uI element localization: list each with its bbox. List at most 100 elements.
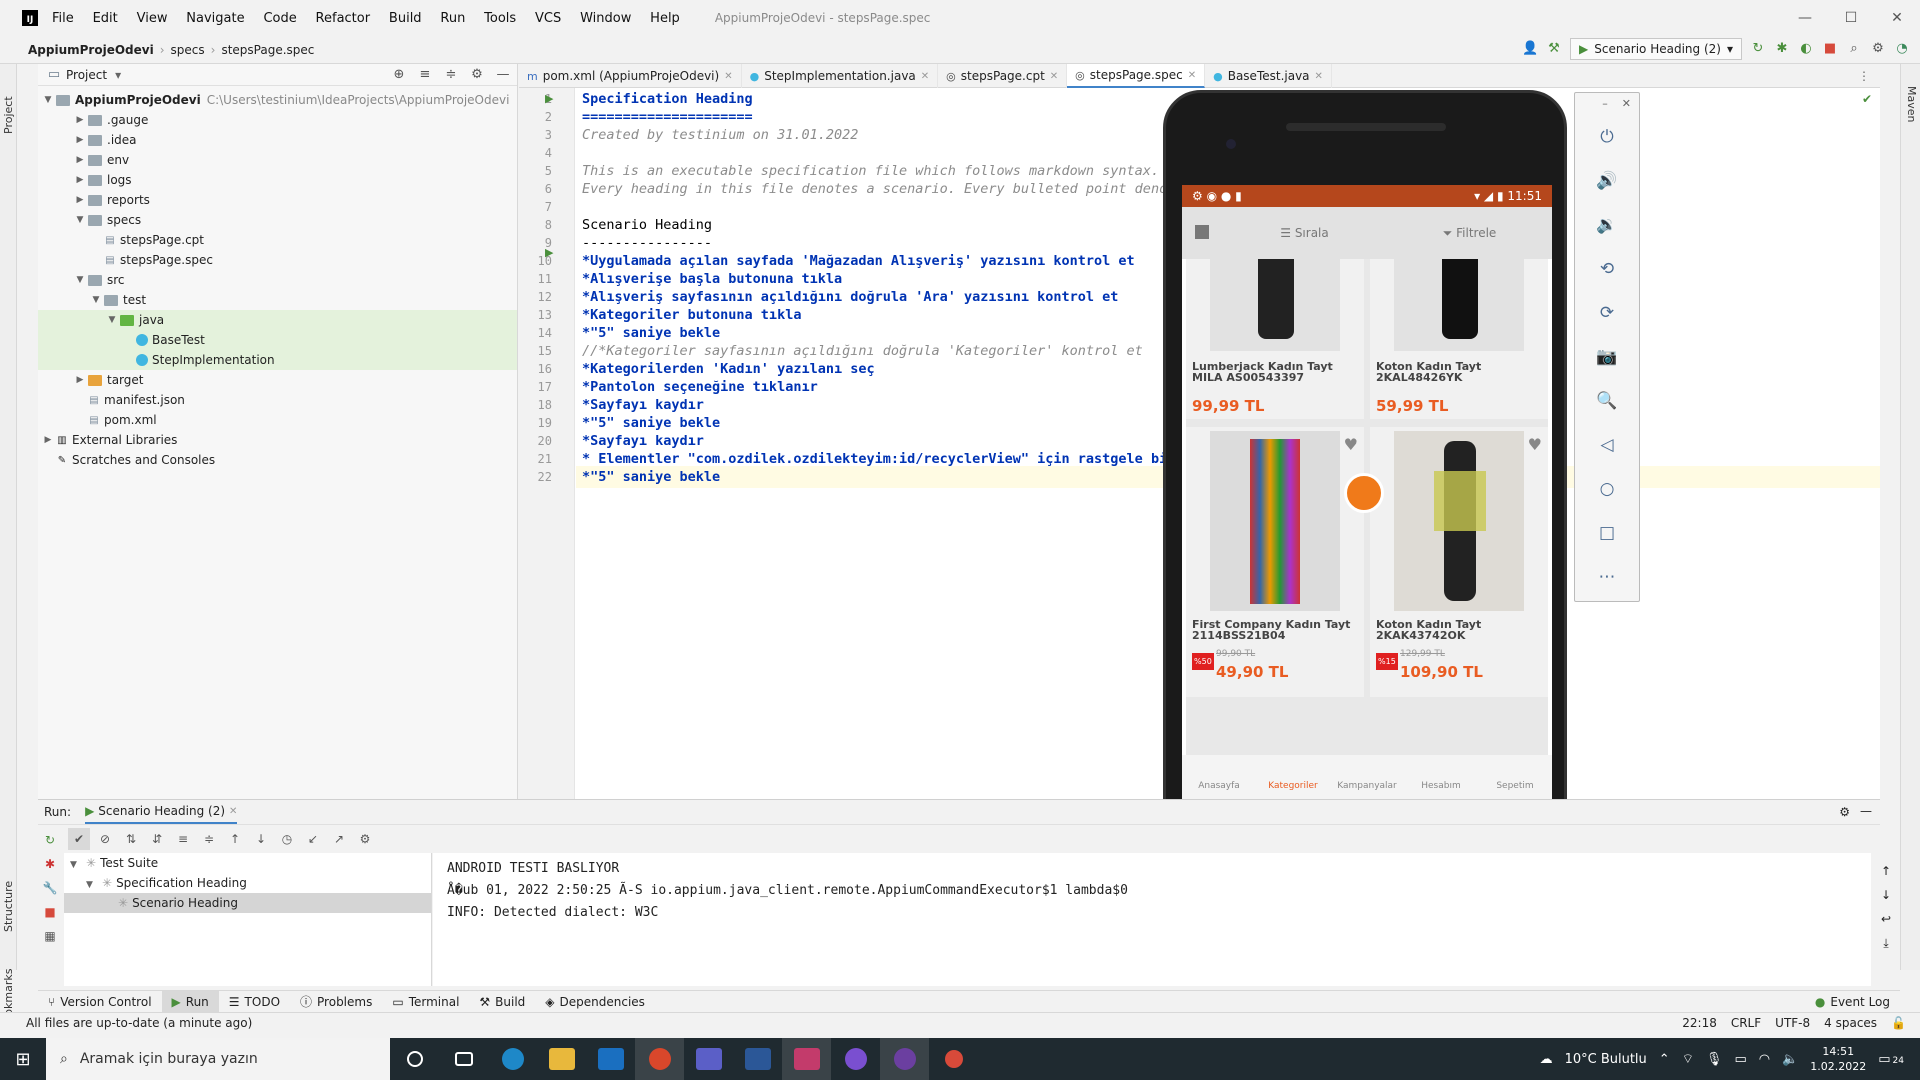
gear-icon[interactable]: ⚙	[1839, 805, 1850, 819]
microphone-icon[interactable]: 🎙	[1706, 1052, 1723, 1067]
paint-icon[interactable]	[929, 1038, 978, 1080]
rotate-right-icon[interactable]: ⟳	[1575, 291, 1639, 335]
tree-item[interactable]: ✎ Scratches and Consoles	[38, 450, 517, 470]
tree-item[interactable]: ▶ target	[38, 370, 517, 390]
hide-icon[interactable]: —	[495, 67, 511, 83]
lock-icon[interactable]: 🔓	[1891, 1016, 1906, 1030]
caret-position[interactable]: 22:18	[1682, 1016, 1717, 1030]
chevron-right-icon[interactable]: ▶	[74, 135, 86, 145]
taskbar-search[interactable]: ⌕ Aramak için buraya yazın	[46, 1038, 390, 1080]
file-explorer-icon[interactable]	[537, 1038, 586, 1080]
run-config-select[interactable]: ▶ Scenario Heading (2) ▾	[1570, 38, 1742, 60]
close-icon[interactable]: ✕	[724, 71, 732, 82]
expand-all-icon[interactable]: ≡	[172, 828, 194, 850]
menu-vcs[interactable]: VCS	[535, 11, 561, 26]
show-passed-icon[interactable]: ✔	[68, 828, 90, 850]
gear-icon[interactable]: ⚙	[469, 67, 485, 83]
chevron-right-icon[interactable]: ▶	[42, 435, 54, 445]
show-ignored-icon[interactable]: ⊘	[94, 828, 116, 850]
tree-item[interactable]: ▶ reports	[38, 190, 517, 210]
home-icon[interactable]: ○	[1575, 467, 1639, 511]
intellij-icon[interactable]	[782, 1038, 831, 1080]
stop-icon[interactable]: ■	[1822, 41, 1838, 57]
mail-icon[interactable]	[586, 1038, 635, 1080]
chevron-down-icon[interactable]: ▼	[70, 855, 82, 875]
menu-view[interactable]: View	[137, 11, 168, 26]
breadcrumb-project[interactable]: AppiumProjeOdevi	[28, 43, 154, 57]
more-icon[interactable]: ⋯	[1575, 555, 1639, 599]
taskbar-clock[interactable]: 14:51 1.02.2022	[1810, 1044, 1866, 1074]
gear-icon[interactable]: ⚙	[1870, 41, 1886, 57]
windows-start-icon[interactable]: ⊞	[0, 1049, 46, 1070]
tool-tab-run[interactable]: ▶ Run	[161, 990, 219, 1013]
scroll-down-icon[interactable]: ↓	[1872, 883, 1900, 907]
heart-icon[interactable]: ♥	[1344, 435, 1358, 454]
nav-home[interactable]: Anasayfa	[1182, 755, 1256, 805]
scroll-to-end-icon[interactable]: ⤓	[1872, 931, 1900, 955]
cortana-icon[interactable]	[390, 1038, 439, 1080]
menu-navigate[interactable]: Navigate	[186, 11, 244, 26]
menu-edit[interactable]: Edit	[93, 11, 118, 26]
soft-wrap-icon[interactable]: ↩	[1872, 907, 1900, 931]
expand-all-icon[interactable]: ≡	[417, 67, 433, 83]
maven-tool-tab[interactable]: Maven	[1905, 86, 1918, 122]
tree-item[interactable]: ▤ manifest.json	[38, 390, 517, 410]
tree-item[interactable]: ▤ stepsPage.spec	[38, 250, 517, 270]
menu-refactor[interactable]: Refactor	[316, 11, 371, 26]
chevron-right-icon[interactable]: ▶	[74, 195, 86, 205]
tree-item[interactable]: ▶ .gauge	[38, 110, 517, 130]
breadcrumb-folder[interactable]: specs	[171, 43, 205, 57]
chevron-right-icon[interactable]: ▶	[74, 155, 86, 165]
sort-duration-icon[interactable]: ⇵	[146, 828, 168, 850]
structure-tool-tab[interactable]: Structure	[2, 881, 15, 932]
wrench-icon[interactable]: 🔧	[38, 876, 62, 900]
product-card[interactable]: Lumberjack Kadın Tayt MILA AS00543397 99…	[1186, 259, 1364, 419]
power-icon[interactable]: ⏻	[1575, 115, 1639, 159]
rerun-icon[interactable]: ↻	[38, 828, 62, 852]
editor-tab[interactable]: ● StepImplementation.java ✕	[742, 64, 939, 88]
coverage-icon[interactable]: ◐	[1798, 41, 1814, 57]
history-icon[interactable]: ◷	[276, 828, 298, 850]
tree-item[interactable]: ▼ src	[38, 270, 517, 290]
app-icon[interactable]	[831, 1038, 880, 1080]
product-card[interactable]: ♥ First Company Kadın Tayt 2114BSS21B04 …	[1186, 427, 1364, 697]
tree-item[interactable]: ▼ specs	[38, 210, 517, 230]
tool-tab-build[interactable]: ⚒ Build	[469, 991, 535, 1013]
hammer-icon[interactable]: ⚒	[1546, 41, 1562, 57]
tree-item[interactable]: BaseTest	[38, 330, 517, 350]
device-screen[interactable]: ⚙ ◉ ● ▮ ▾ ◢ ▮ 11:51 ☰ Sırala ⏷ Filtrele …	[1182, 185, 1552, 805]
update-icon[interactable]: ◔	[1894, 41, 1910, 57]
tool-tab-problems[interactable]: ⓘ Problems	[290, 991, 382, 1013]
close-button[interactable]: ✕	[1874, 0, 1920, 36]
import-icon[interactable]: ↙	[302, 828, 324, 850]
chrome-icon[interactable]	[635, 1038, 684, 1080]
zoom-icon[interactable]: 🔍	[1575, 379, 1639, 423]
scroll-up-icon[interactable]: ↑	[1872, 859, 1900, 883]
export-icon[interactable]: ↗	[328, 828, 350, 850]
chevron-down-icon[interactable]: ▾	[115, 68, 121, 82]
project-panel-title[interactable]: Project	[66, 68, 107, 82]
nav-categories[interactable]: Kategoriler	[1256, 755, 1330, 805]
file-encoding[interactable]: UTF-8	[1775, 1016, 1810, 1030]
heart-icon[interactable]: ♥	[1528, 435, 1542, 454]
tree-item[interactable]: ▶ env	[38, 150, 517, 170]
user-icon[interactable]: 👤	[1522, 41, 1538, 57]
collapse-all-icon[interactable]: ≑	[198, 828, 220, 850]
camera-icon[interactable]: 📷	[1575, 335, 1639, 379]
run-spec-icon[interactable]: ▶	[545, 88, 553, 110]
breadcrumb-file[interactable]: stepsPage.spec	[221, 43, 314, 57]
prev-failed-icon[interactable]: ↑	[224, 828, 246, 850]
tree-item[interactable]: ▼ test	[38, 290, 517, 310]
close-icon[interactable]: ✕	[1188, 70, 1196, 81]
menu-build[interactable]: Build	[389, 11, 422, 26]
test-tree-node[interactable]: ▼ ✳ Test Suite	[64, 853, 431, 873]
notifications-icon[interactable]: ▭ 24	[1878, 1052, 1904, 1067]
menu-code[interactable]: Code	[263, 11, 296, 26]
volume-down-icon[interactable]: 🔉	[1575, 203, 1639, 247]
wifi-icon[interactable]: ◠	[1759, 1052, 1770, 1067]
test-tree-node[interactable]: ✳ Scenario Heading	[64, 893, 431, 913]
tool-tab-version-control[interactable]: ⑂ Version Control	[38, 991, 162, 1013]
grid-toggle[interactable]	[1182, 224, 1222, 242]
teams-icon[interactable]	[684, 1038, 733, 1080]
menu-run[interactable]: Run	[440, 11, 465, 26]
